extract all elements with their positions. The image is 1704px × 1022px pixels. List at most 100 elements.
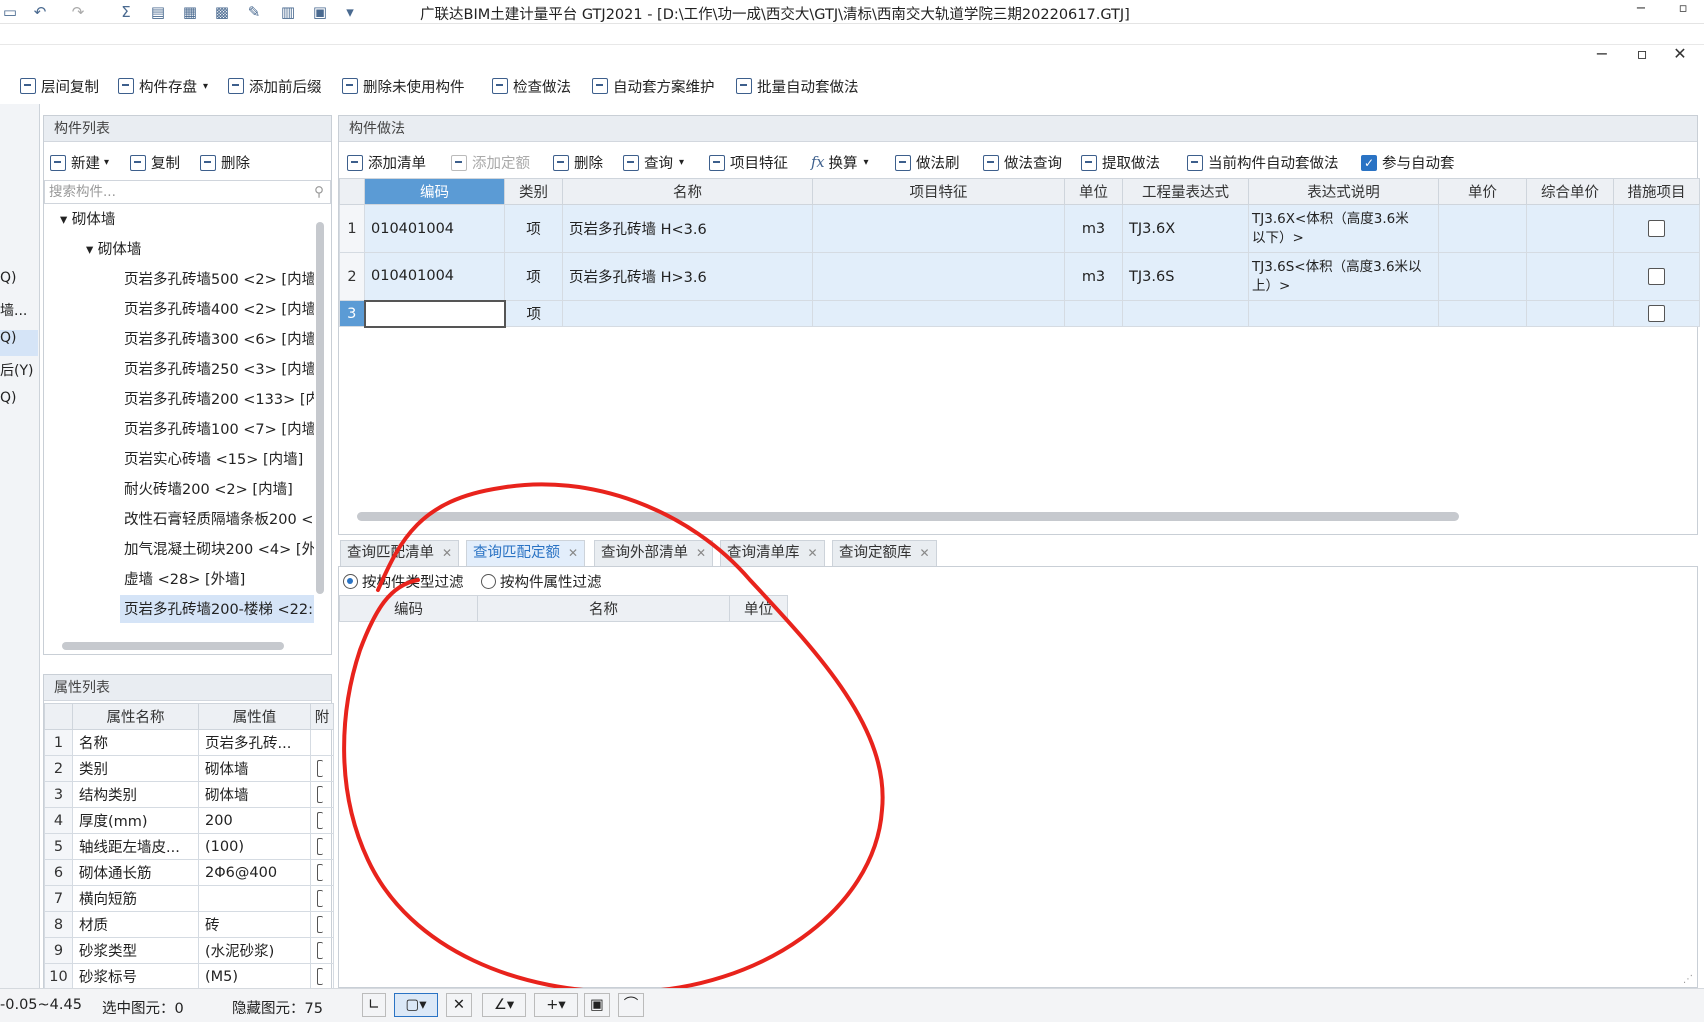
code-input[interactable] <box>363 299 506 328</box>
method-header[interactable]: 项目特征 <box>812 178 1065 205</box>
angle-icon[interactable]: ∠▾ <box>482 993 526 1017</box>
checkbox[interactable] <box>317 760 323 777</box>
property-row[interactable]: 3 结构类别 砌体墙 <box>44 781 334 808</box>
save-component-button[interactable]: 构件存盘 ▾ <box>118 75 208 97</box>
auto-apply-button[interactable]: 当前构件自动套做法 <box>1187 152 1339 173</box>
save-icon[interactable]: ▭ <box>0 2 20 22</box>
property-row[interactable]: 1 名称 页岩多孔砖... <box>44 729 334 756</box>
undo-icon[interactable]: ↶ <box>30 2 50 22</box>
checkbox[interactable] <box>317 838 323 855</box>
delete-button[interactable]: 删除 <box>553 152 603 173</box>
property-row[interactable]: 8 材质砖 <box>44 911 334 938</box>
property-row[interactable]: 10 砂浆标号 (M5) <box>44 963 334 990</box>
left-strip-item[interactable]: Q) <box>0 270 16 286</box>
tree-item[interactable]: 页岩多孔砖墙300 <6> [内墙 <box>44 325 314 355</box>
checkbox[interactable] <box>317 786 323 803</box>
method-row[interactable]: 1 010401004 项 页岩多孔砖墙 H<3.6 m3 TJ3.6X TJ3… <box>339 204 1700 253</box>
minimize-button[interactable]: − <box>1630 1 1652 21</box>
measure-checkbox[interactable] <box>1648 220 1665 237</box>
delete-button[interactable]: 删除 <box>200 152 250 173</box>
checkbox[interactable] <box>317 890 323 907</box>
checkbox[interactable] <box>317 942 323 959</box>
select-box-icon[interactable]: ▢▾ <box>394 993 438 1017</box>
method-header-code[interactable]: 编码 <box>364 178 505 205</box>
tree-item[interactable]: 虚墙 <28> [外墙] <box>44 565 314 595</box>
left-strip-item[interactable]: Q) <box>0 330 38 356</box>
left-strip-item[interactable]: 后(Y) <box>0 360 33 380</box>
add-quota-button[interactable]: 添加定额 <box>451 152 530 173</box>
method-header[interactable]: 综合单价 <box>1526 178 1614 205</box>
edit-icon[interactable]: ✎ <box>244 2 264 22</box>
search-input[interactable]: 搜索构件... ⚲ <box>44 180 331 204</box>
tree-item[interactable]: 加气混凝土砌块200 <4> [外 <box>44 535 314 565</box>
minimize-button[interactable]: − <box>1592 44 1612 64</box>
new-button[interactable]: 新建 ▾ <box>50 152 109 173</box>
report-icon[interactable]: ▤ <box>148 2 168 22</box>
method-header[interactable]: 单位 <box>1064 178 1123 205</box>
auto-participate-checkbox[interactable]: ✓ 参与自动套 <box>1361 152 1455 173</box>
checkbox[interactable] <box>317 968 323 985</box>
tree-item[interactable]: 页岩多孔砖墙100 <7> [内墙 <box>44 415 314 445</box>
method-header[interactable]: 工程量表达式 <box>1122 178 1249 205</box>
method-header[interactable]: 表达式说明 <box>1248 178 1439 205</box>
batch-auto-button[interactable]: 批量自动套做法 <box>736 75 859 97</box>
method-header[interactable]: 类别 <box>504 178 563 205</box>
property-row[interactable]: 6 砌体通长筋 2Φ6@400 <box>44 859 334 886</box>
cross-select-icon[interactable]: ✕ <box>446 993 472 1017</box>
layout-icon[interactable]: ▥ <box>278 2 298 22</box>
checkbox[interactable] <box>317 916 323 933</box>
tree-item[interactable]: 耐火砖墙200 <2> [内墙] <box>44 475 314 505</box>
add-bill-button[interactable]: 添加清单 <box>347 152 426 173</box>
tree-item[interactable]: 改性石膏轻质隔墙条板200 < <box>44 505 314 535</box>
left-strip-item[interactable]: 墙... <box>0 300 27 320</box>
extract-method-button[interactable]: 提取做法 <box>1081 152 1160 173</box>
close-button[interactable]: ✕ <box>1670 44 1690 64</box>
tree-item[interactable]: 页岩实心砖墙 <15> [内墙] <box>44 445 314 475</box>
horizontal-scrollbar[interactable] <box>62 642 284 650</box>
add-prefix-suffix-button[interactable]: 添加前后缀 <box>228 75 322 97</box>
arc-icon[interactable]: ⌒ <box>618 993 644 1017</box>
method-query-button[interactable]: 做法查询 <box>983 152 1062 173</box>
tree-item[interactable]: 页岩多孔砖墙500 <2> [内墙 <box>44 265 314 295</box>
grid-icon[interactable]: ▩ <box>212 2 232 22</box>
restore-button[interactable]: ▫ <box>1672 1 1694 21</box>
sum-icon[interactable]: Σ <box>116 2 136 22</box>
left-strip-item[interactable]: Q) <box>0 390 16 406</box>
method-header[interactable]: 名称 <box>562 178 813 205</box>
tree-item[interactable]: 页岩多孔砖墙250 <3> [内墙 <box>44 355 314 385</box>
delete-unused-button[interactable]: 删除未使用构件 <box>342 75 465 97</box>
snap-icon[interactable]: +▾ <box>534 993 578 1017</box>
method-row-active[interactable]: 3 项 <box>339 299 1700 328</box>
tree-group[interactable]: ▾ 砌体墙 <box>44 235 314 265</box>
measure-checkbox[interactable] <box>1648 268 1665 285</box>
query-button[interactable]: 查询 ▾ <box>623 152 684 173</box>
item-feature-button[interactable]: 项目特征 <box>709 152 788 173</box>
method-header[interactable]: 单价 <box>1438 178 1527 205</box>
layer-copy-button[interactable]: 层间复制 <box>20 75 99 97</box>
display-icon[interactable]: ▣ <box>584 993 610 1017</box>
property-row[interactable]: 9 砂浆类型 (水泥砂浆) <box>44 937 334 964</box>
checkbox[interactable] <box>317 812 323 829</box>
convert-button[interactable]: fx 换算 ▾ <box>811 152 869 173</box>
tree-item-selected[interactable]: 页岩多孔砖墙200-楼梯 <22: <box>120 595 314 623</box>
window-icon[interactable]: ▣ <box>310 2 330 22</box>
checkbox[interactable] <box>317 864 323 881</box>
close-icon[interactable]: ✕ <box>920 546 930 560</box>
chevron-down-icon[interactable]: ▾ <box>340 2 360 22</box>
vertical-scrollbar[interactable] <box>316 222 324 594</box>
method-brush-button[interactable]: 做法刷 <box>895 152 960 173</box>
ortho-icon[interactable]: ∟ <box>362 993 386 1017</box>
resize-grip-icon[interactable]: ⋰ <box>1683 974 1693 985</box>
check-method-button[interactable]: 检查做法 <box>492 75 571 97</box>
redo-icon[interactable]: ↷ <box>68 2 88 22</box>
copy-button[interactable]: 复制 <box>130 152 180 173</box>
measure-checkbox[interactable] <box>1648 305 1665 322</box>
table-icon[interactable]: ▦ <box>180 2 200 22</box>
tree-item[interactable]: 页岩多孔砖墙400 <2> [内墙 <box>44 295 314 325</box>
property-row[interactable]: 5 轴线距左墙皮... (100) <box>44 833 334 860</box>
restore-button[interactable]: ▫ <box>1632 44 1652 64</box>
auto-plan-button[interactable]: 自动套方案维护 <box>592 75 715 97</box>
property-row[interactable]: 4 厚度(mm) 200 <box>44 807 334 834</box>
property-row[interactable]: 7 横向短筋 <box>44 885 334 912</box>
method-header[interactable]: 措施项目 <box>1613 178 1700 205</box>
